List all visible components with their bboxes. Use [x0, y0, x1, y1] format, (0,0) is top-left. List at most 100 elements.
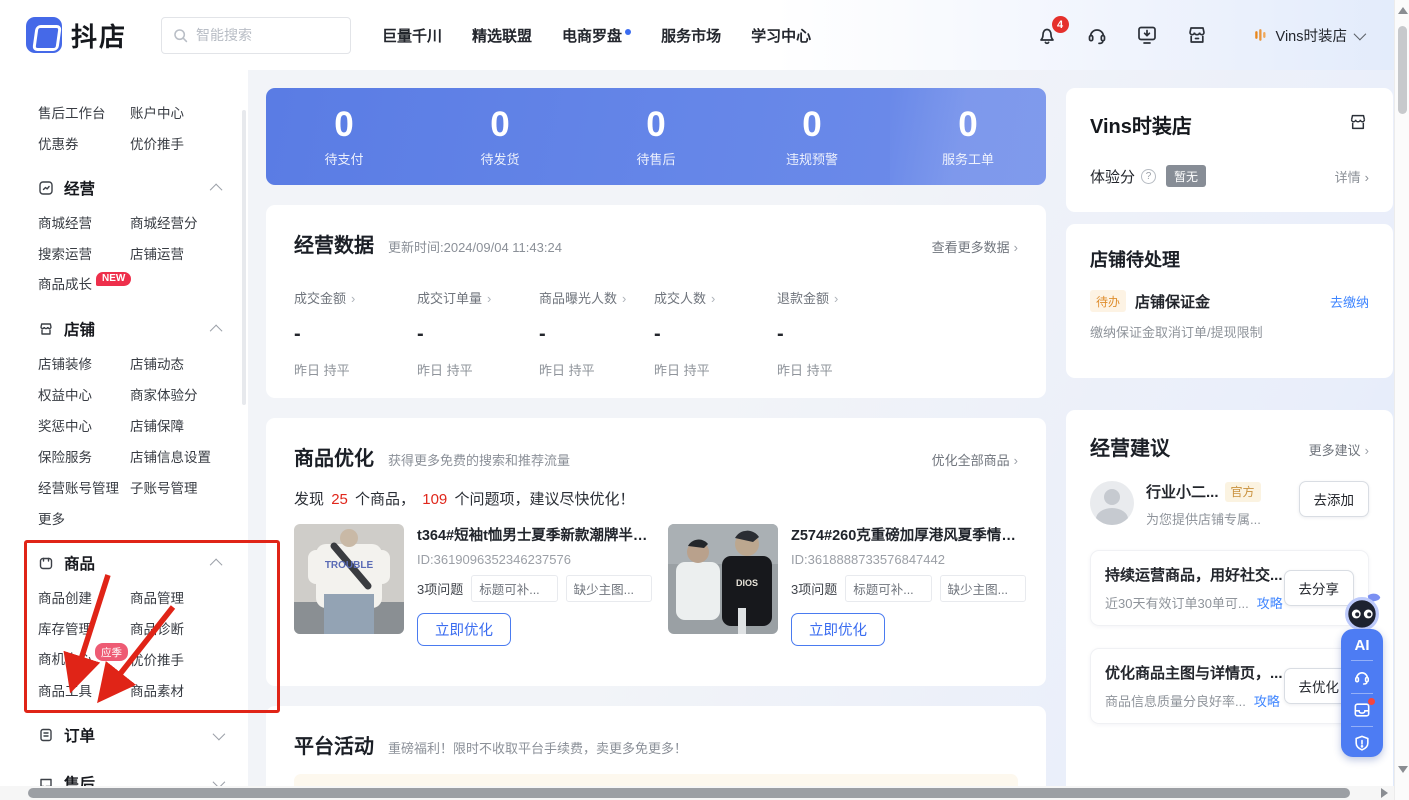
- assistant-security-button[interactable]: [1352, 733, 1372, 753]
- official-contact-item: 行业小二... 官方 为您提供店铺专属... 去添加: [1090, 481, 1369, 528]
- download-client-button[interactable]: [1135, 23, 1159, 47]
- sidebar-item-reward-punish[interactable]: 奖惩中心: [38, 415, 130, 435]
- nav-luopan[interactable]: 电商罗盘: [547, 25, 646, 46]
- strategy-link[interactable]: 攻略: [1257, 593, 1283, 612]
- sidebar-item-subaccount-mgmt[interactable]: 子账号管理: [130, 477, 198, 497]
- stat-service-tickets[interactable]: 0服务工单: [890, 88, 1046, 185]
- sidebar-item-product-material[interactable]: 商品素材: [130, 680, 184, 700]
- view-more-data-link[interactable]: 查看更多数据: [932, 237, 1018, 256]
- nav-learning-center[interactable]: 学习中心: [736, 25, 826, 46]
- left-sidebar: 售后工作台 账户中心 优惠券 优价推手 经营 商城经营商城经营分 搜索运营店铺运…: [0, 70, 248, 800]
- sidebar-item-search-operation[interactable]: 搜索运营: [38, 243, 130, 263]
- sidebar-item-mall-operation[interactable]: 商城经营: [38, 212, 130, 232]
- app-logo-text: 抖店: [71, 17, 127, 54]
- sidebar-section-shop[interactable]: 店铺: [38, 311, 248, 347]
- product-id: ID:3618888733576847442: [791, 552, 1026, 567]
- vertical-scrollbar-thumb[interactable]: [1398, 26, 1407, 114]
- optimize-all-link[interactable]: 优化全部商品: [932, 450, 1018, 469]
- ai-button[interactable]: AI: [1355, 637, 1370, 654]
- sidebar-item-shop-decoration[interactable]: 店铺装修: [38, 353, 130, 373]
- stat-pending-payment[interactable]: 0待支付: [266, 88, 422, 185]
- optimize-now-button[interactable]: 立即优化: [791, 613, 885, 646]
- more-advice-link[interactable]: 更多建议: [1309, 440, 1369, 459]
- sidebar-item-shop-info-settings[interactable]: 店铺信息设置: [130, 446, 211, 466]
- notification-bell-button[interactable]: 4: [1035, 23, 1059, 47]
- storefront-icon: [1185, 23, 1209, 47]
- current-shop-name: Vins时装店: [1276, 25, 1347, 46]
- sidebar-item-product-tools[interactable]: 商品工具: [38, 680, 130, 700]
- sidebar-item-product-create[interactable]: 商品创建: [38, 587, 130, 607]
- metric-refund[interactable]: 退款金额-昨日 持平: [777, 288, 838, 379]
- sidebar-item-coupon[interactable]: 优惠券: [38, 133, 130, 153]
- sidebar-item-merchant-score[interactable]: 商家体验分: [130, 384, 198, 404]
- nav-jingxuan[interactable]: 精选联盟: [457, 25, 547, 46]
- optimize-now-button[interactable]: 立即优化: [417, 613, 511, 646]
- horizontal-scrollbar-thumb[interactable]: [28, 788, 1350, 798]
- customer-service-button[interactable]: [1085, 23, 1109, 47]
- search-icon: [172, 27, 189, 44]
- assistant-inbox-button[interactable]: [1352, 700, 1372, 720]
- metric-exposure[interactable]: 商品曝光人数-昨日 持平: [539, 288, 654, 379]
- nav-service-market[interactable]: 服务市场: [646, 25, 736, 46]
- metric-order-count[interactable]: 成交订单量-昨日 持平: [417, 288, 539, 379]
- pay-deposit-link[interactable]: 去缴纳: [1330, 292, 1369, 311]
- contact-avatar: [1090, 481, 1134, 525]
- search-input[interactable]: [196, 27, 326, 43]
- product-card: TROUBLE t364#短袖t恤男士夏季新款潮牌半袖... ID:361909…: [294, 524, 652, 646]
- product-title[interactable]: t364#短袖t恤男士夏季新款潮牌半袖...: [417, 524, 652, 545]
- sidebar-item-product-diagnose[interactable]: 商品诊断: [130, 618, 184, 638]
- sidebar-item-aftersale-workbench[interactable]: 售后工作台: [38, 102, 130, 122]
- metric-buyers[interactable]: 成交人数-昨日 持平: [654, 288, 777, 379]
- doudian-logo-icon: [26, 17, 62, 53]
- scroll-down-arrow[interactable]: [1398, 766, 1408, 773]
- horizontal-scrollbar: [0, 786, 1394, 800]
- global-search[interactable]: [161, 17, 351, 54]
- sidebar-item-product-growth[interactable]: 商品成长NEW: [38, 273, 130, 294]
- sidebar-item-benefits-center[interactable]: 权益中心: [38, 384, 130, 404]
- sidebar-item-mall-score[interactable]: 商城经营分: [130, 212, 198, 232]
- shop-storefront-icon[interactable]: [1347, 111, 1369, 138]
- sidebar-item-inventory-manage[interactable]: 库存管理: [38, 618, 130, 638]
- sidebar-item-more[interactable]: 更多: [38, 508, 130, 528]
- sidebar-section-products[interactable]: 商品: [38, 545, 248, 581]
- sidebar-section-orders[interactable]: 订单: [38, 717, 248, 753]
- stat-violation-warning[interactable]: 0违规预警: [734, 88, 890, 185]
- sidebar-item-opportunity-center[interactable]: 商机中心应季: [38, 648, 130, 670]
- assistant-headset-button[interactable]: [1352, 667, 1372, 687]
- sidebar-item-shop-updates[interactable]: 店铺动态: [130, 353, 184, 373]
- sidebar-item-product-manage[interactable]: 商品管理: [130, 587, 184, 607]
- todo-badge: 待办: [1090, 290, 1126, 312]
- sidebar-scrollbar-thumb[interactable]: [242, 110, 246, 405]
- add-contact-button[interactable]: 去添加: [1299, 481, 1370, 517]
- topbar-actions: 4 Vins时装店: [1035, 23, 1363, 47]
- product-image[interactable]: DIOS: [668, 524, 778, 634]
- product-title[interactable]: Z574#260克重磅加厚港风夏季情侣潮...: [791, 524, 1026, 545]
- sidebar-item-account-mgmt[interactable]: 经营账号管理: [38, 477, 130, 497]
- vertical-scrollbar: [1394, 0, 1409, 800]
- sidebar-item-price-promoter-2[interactable]: 优价推手: [130, 649, 184, 669]
- strategy-link[interactable]: 攻略: [1254, 691, 1280, 710]
- stat-pending-aftersale[interactable]: 0待售后: [578, 88, 734, 185]
- sidebar-item-account-center[interactable]: 账户中心: [130, 102, 184, 122]
- svg-text:TROUBLE: TROUBLE: [325, 560, 374, 571]
- app-logo[interactable]: 抖店: [26, 17, 127, 54]
- sidebar-item-shop-operation[interactable]: 店铺运营: [130, 243, 184, 263]
- sidebar-quick-row: 优惠券 优价推手: [38, 127, 248, 158]
- account-switcher[interactable]: Vins时装店: [1251, 25, 1363, 46]
- help-icon[interactable]: ?: [1141, 169, 1156, 184]
- stat-pending-shipment[interactable]: 0待发货: [422, 88, 578, 185]
- collapse-chevron-icon: [210, 558, 223, 571]
- sidebar-item-insurance[interactable]: 保险服务: [38, 446, 130, 466]
- scroll-up-arrow[interactable]: [1398, 7, 1408, 14]
- issue-tag: 缺少主图...: [566, 575, 652, 602]
- sidebar-item-shop-guarantee[interactable]: 店铺保障: [130, 415, 184, 435]
- sidebar-item-price-promoter[interactable]: 优价推手: [130, 133, 184, 153]
- nav-qianchuan[interactable]: 巨量千川: [367, 25, 457, 46]
- storefront-button[interactable]: [1185, 23, 1209, 47]
- score-detail-link[interactable]: 详情: [1335, 167, 1369, 186]
- metric-gmv[interactable]: 成交金额-昨日 持平: [294, 288, 417, 379]
- sidebar-section-operations[interactable]: 经营: [38, 170, 248, 206]
- scroll-right-arrow[interactable]: [1381, 788, 1388, 798]
- shop-name: Vins时装店: [1090, 110, 1192, 139]
- product-image[interactable]: TROUBLE: [294, 524, 404, 634]
